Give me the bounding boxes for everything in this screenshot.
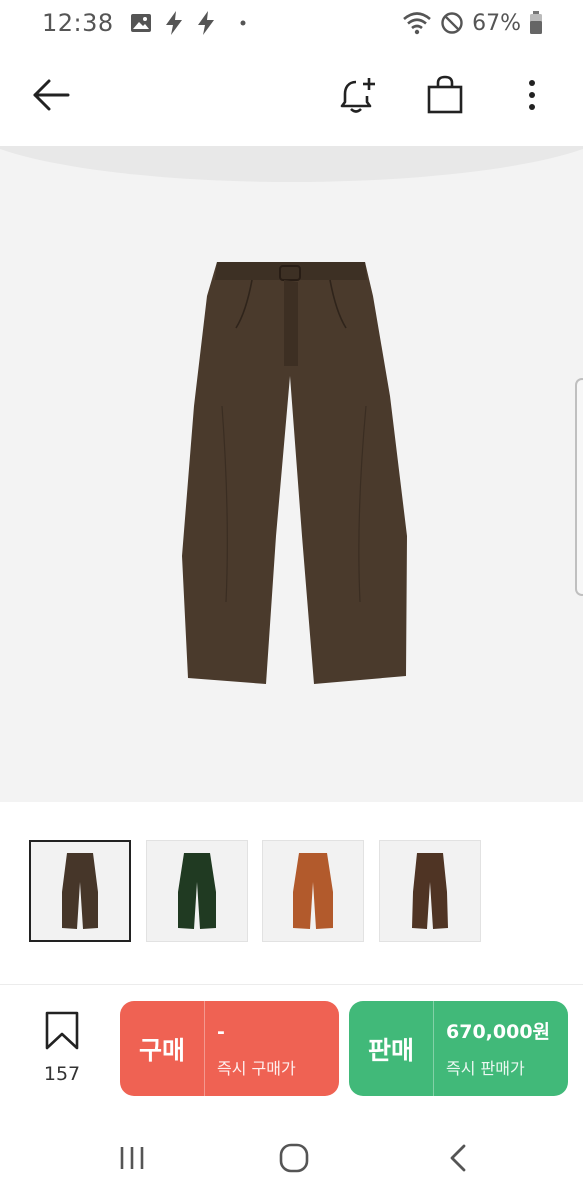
- bookmark-icon: [45, 1011, 79, 1050]
- sell-label: 판매: [367, 1035, 414, 1065]
- buy-button[interactable]: 구매 - 즉시 구매가: [120, 1001, 339, 1096]
- thumbnail-4[interactable]: [379, 840, 481, 942]
- recent-apps-icon: [120, 1147, 144, 1169]
- buy-label: 구매: [138, 1035, 185, 1065]
- more-vert-icon: [529, 80, 535, 110]
- more-options-button[interactable]: [512, 70, 552, 120]
- back-arrow-icon: [33, 79, 70, 111]
- thumbnail-strip: [0, 802, 583, 984]
- sell-info: 670,000원 즉시 판매가: [434, 1001, 550, 1096]
- back-button[interactable]: [26, 70, 76, 120]
- buy-price: -: [217, 1020, 225, 1043]
- side-scroll-handle[interactable]: [575, 378, 583, 596]
- bell-plus-icon: [340, 78, 375, 113]
- wifi-icon: [403, 12, 431, 35]
- no-disturb-icon: [441, 12, 463, 34]
- home-button[interactable]: [274, 1143, 314, 1173]
- wishlist-count: 157: [43, 1063, 81, 1085]
- product-image-trousers: [182, 262, 407, 684]
- sell-sub-label: 즉시 판매가: [446, 1058, 525, 1078]
- thumbnail-1[interactable]: [29, 840, 131, 942]
- battery-percent: 67%: [472, 10, 521, 36]
- thumbnail-3[interactable]: [262, 840, 364, 942]
- thumbnail-trousers-image: [178, 853, 216, 929]
- sell-button[interactable]: 판매 670,000원 즉시 판매가: [349, 1001, 568, 1096]
- wishlist-button[interactable]: 157: [28, 1011, 96, 1085]
- buy-sub-label: 즉시 구매가: [217, 1058, 296, 1078]
- thumbnail-2[interactable]: [146, 840, 248, 942]
- sell-price: 670,000원: [446, 1020, 551, 1043]
- thumbnail-trousers-image: [62, 853, 98, 929]
- recent-apps-button[interactable]: [112, 1143, 152, 1173]
- status-bar: 12:38 67%: [0, 0, 583, 46]
- cart-button[interactable]: [420, 70, 470, 120]
- image-icon: [130, 14, 151, 32]
- status-notification-icons: [130, 11, 248, 35]
- flash-icon: [165, 11, 182, 35]
- status-right-group: 67%: [402, 0, 543, 46]
- status-time: 12:38: [42, 9, 114, 37]
- battery-icon: [530, 11, 542, 34]
- back-icon: [450, 1144, 466, 1172]
- product-image-viewer[interactable]: [0, 146, 583, 802]
- flash-icon: [197, 11, 214, 35]
- home-icon: [279, 1143, 309, 1173]
- system-navigation-bar: [0, 1113, 583, 1200]
- buy-info: - 즉시 구매가: [205, 1001, 296, 1096]
- system-back-button[interactable]: [440, 1143, 476, 1173]
- thumbnail-trousers-image: [293, 853, 333, 929]
- shopping-bag-icon: [427, 75, 463, 114]
- bottom-action-bar: 157 구매 - 즉시 구매가 판매 670,000원 즉시 판매가: [0, 985, 583, 1113]
- price-alert-button[interactable]: [333, 70, 383, 120]
- hero-header-curve: [0, 146, 583, 182]
- app-header: [0, 46, 583, 146]
- thumbnail-trousers-image: [412, 853, 448, 929]
- dot-icon: [240, 20, 246, 26]
